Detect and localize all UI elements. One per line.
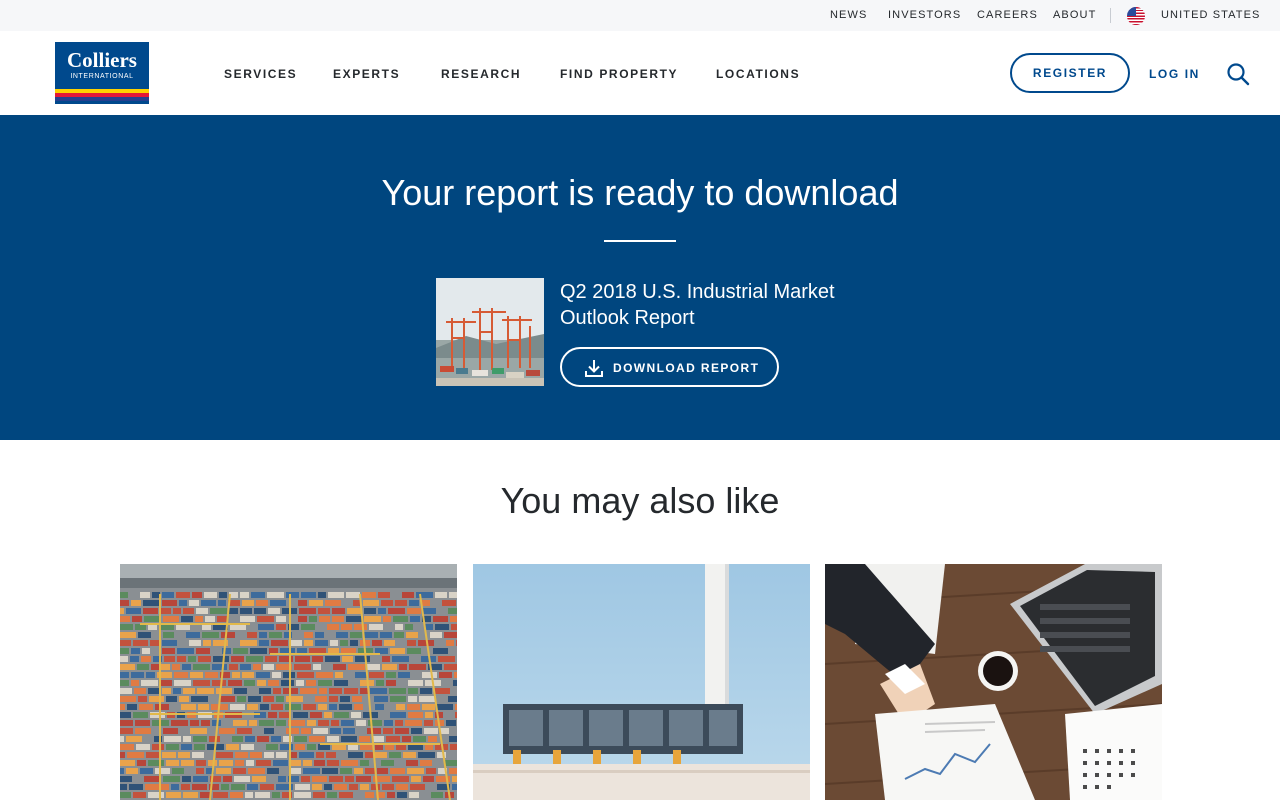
utility-divider <box>1110 8 1111 23</box>
utility-link-investors[interactable]: INVESTORS <box>888 9 961 22</box>
country-selector[interactable]: UNITED STATES <box>1161 9 1260 22</box>
search-icon[interactable] <box>1226 62 1250 86</box>
logo-wordmark: Colliers <box>67 48 137 72</box>
nav-services[interactable]: SERVICES <box>224 67 297 81</box>
download-hero: Your report is ready to download Q2 2018… <box>0 115 1280 440</box>
logo-subtitle: INTERNATIONAL <box>70 73 134 80</box>
utility-link-careers[interactable]: CAREERS <box>977 9 1038 22</box>
download-report-button[interactable]: DOWNLOAD REPORT <box>560 347 779 387</box>
login-link[interactable]: LOG IN <box>1149 67 1200 81</box>
related-card-industrial-building[interactable] <box>473 564 810 800</box>
nav-find-property[interactable]: FIND PROPERTY <box>560 67 678 81</box>
hero-divider <box>604 240 676 242</box>
utility-bar: NEWS INVESTORS CAREERS ABOUT UNITED STAT… <box>0 0 1280 31</box>
utility-link-news[interactable]: NEWS <box>830 9 867 22</box>
register-button[interactable]: REGISTER <box>1010 53 1130 93</box>
download-report-label: DOWNLOAD REPORT <box>613 361 760 375</box>
download-icon <box>584 358 604 378</box>
report-title: Q2 2018 U.S. Industrial Market Outlook R… <box>560 281 835 329</box>
main-header: Colliers INTERNATIONAL SERVICES EXPERTS … <box>0 31 1280 115</box>
nav-research[interactable]: RESEARCH <box>441 67 521 81</box>
report-thumbnail <box>436 278 544 386</box>
colliers-logo[interactable]: Colliers INTERNATIONAL <box>55 42 149 104</box>
us-flag-icon[interactable] <box>1127 7 1145 25</box>
related-heading: You may also like <box>500 480 780 521</box>
utility-link-about[interactable]: ABOUT <box>1053 9 1096 22</box>
nav-locations[interactable]: LOCATIONS <box>716 67 800 81</box>
related-card-container-port[interactable] <box>120 564 457 800</box>
hero-title: Your report is ready to download <box>381 172 899 213</box>
related-card-business-desk[interactable] <box>825 564 1162 800</box>
nav-experts[interactable]: EXPERTS <box>333 67 400 81</box>
